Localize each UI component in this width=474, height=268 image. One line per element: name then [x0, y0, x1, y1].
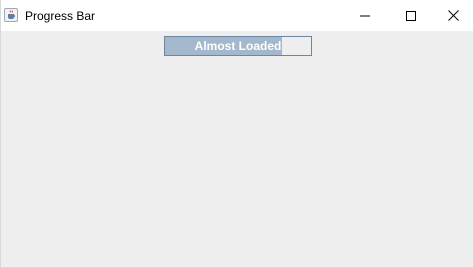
progress-bar: Almost Loaded [164, 36, 312, 56]
java-coffee-cup-icon[interactable] [4, 8, 18, 22]
app-window: Progress Bar Almost Loaded [0, 0, 474, 268]
close-icon [448, 10, 459, 21]
progress-label: Almost Loaded [194, 39, 282, 53]
minimize-icon [360, 11, 370, 21]
window-title: Progress Bar [25, 9, 96, 23]
close-button[interactable] [434, 0, 473, 31]
title-bar[interactable]: Progress Bar [1, 0, 473, 31]
maximize-icon [406, 10, 416, 21]
maximize-button[interactable] [388, 0, 434, 31]
minimize-button[interactable] [342, 0, 388, 31]
